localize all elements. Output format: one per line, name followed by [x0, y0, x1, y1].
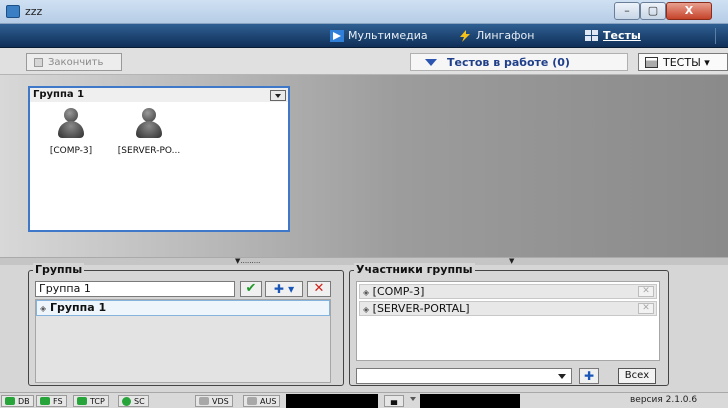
member-select-dropdown[interactable]	[356, 368, 572, 384]
member-row-label: [COMP-3]	[372, 285, 425, 298]
status-vds-label: VDS	[212, 396, 229, 406]
confirm-button[interactable]: ✔	[240, 281, 262, 297]
user-icon	[136, 108, 162, 138]
title-bar: zzz – ▢ X	[0, 0, 728, 24]
member-label: [SERVER-PO...	[117, 146, 181, 156]
finish-button[interactable]: Закончить	[26, 53, 122, 71]
status-db: DB	[1, 395, 34, 407]
status-fs: FS	[36, 395, 67, 407]
groups-panel-legend: Группы	[33, 263, 85, 276]
group-card-header: Группа 1	[30, 88, 288, 102]
splitter-grip-right[interactable]: ▼	[509, 257, 514, 265]
status-display-1	[286, 394, 378, 408]
list-item[interactable]: ◈ Группа 1	[36, 300, 330, 316]
version-label: версия 2.1.0.6	[630, 395, 698, 405]
computer-icon: ◈	[363, 305, 370, 314]
status-aus-label: AUS	[260, 396, 277, 406]
status-led-icon	[122, 396, 131, 406]
group-icon: ◈	[40, 304, 47, 313]
status-fs-label: FS	[53, 396, 63, 406]
add-member-button[interactable]: ✚	[579, 368, 599, 384]
status-display-2	[420, 394, 520, 408]
groups-panel: Группы Группа 1 ✔ ✚ ▾ ✕ ◈ Группа 1	[28, 263, 344, 386]
multimedia-icon	[330, 29, 344, 42]
chat-icon[interactable]: ▄	[384, 395, 404, 407]
status-tcp: TCP	[73, 395, 109, 407]
maximize-button[interactable]: ▢	[640, 2, 666, 20]
list-item[interactable]: ◈ [COMP-3] ✕	[359, 284, 657, 299]
window-icon	[645, 56, 658, 68]
group-name-input[interactable]: Группа 1	[35, 281, 235, 297]
splitter-grip-left[interactable]: ▼.........	[235, 257, 260, 265]
minimize-button[interactable]: –	[614, 2, 640, 20]
member-row-label: [SERVER-PORTAL]	[372, 302, 470, 315]
status-led-icon	[5, 397, 15, 405]
status-sc: SC	[118, 395, 149, 407]
list-item[interactable]: ◈ [SERVER-PORTAL] ✕	[359, 301, 657, 316]
status-sc-label: SC	[134, 396, 145, 406]
group-row-label: Группа 1	[50, 301, 107, 314]
member-label: [COMP-3]	[49, 146, 93, 156]
status-led-icon	[247, 397, 257, 405]
user-icon	[58, 108, 84, 138]
members-panel-legend: Участники группы	[354, 263, 475, 276]
status-bar: DB FS TCP SC VDS AUS ▄ версия 2.1.0.6	[0, 392, 728, 408]
module-nav-bar: Мультимедиа Лингафон Тесты	[0, 24, 728, 48]
stop-icon	[34, 57, 43, 67]
delete-group-button[interactable]: ✕	[307, 281, 331, 297]
window-title: zzz	[25, 5, 43, 18]
finish-button-label: Закончить	[48, 56, 104, 68]
group-member-tile[interactable]: [SERVER-PO...	[114, 108, 184, 156]
nav-lingafon[interactable]: Лингафон	[458, 29, 534, 42]
group-members-panel: Участники группы ◈ [COMP-3] ✕ ◈ [SERVER-…	[349, 263, 669, 386]
status-aus: AUS	[243, 395, 281, 407]
members-list: ◈ [COMP-3] ✕ ◈ [SERVER-PORTAL] ✕	[356, 281, 660, 361]
group-card-title: Группа 1	[33, 89, 85, 100]
group-card[interactable]: Группа 1 [COMP-3] [SERVER-PO...	[28, 86, 290, 232]
nav-tests[interactable]: Тесты	[585, 29, 641, 42]
nav-tests-label: Тесты	[603, 29, 641, 42]
status-tcp-label: TCP	[90, 396, 105, 406]
remove-member-button[interactable]: ✕	[638, 286, 654, 297]
nav-multimedia[interactable]: Мультимедиа	[330, 29, 428, 42]
add-group-button[interactable]: ✚ ▾	[265, 281, 303, 297]
computer-icon: ◈	[363, 288, 370, 297]
group-member-tile[interactable]: [COMP-3]	[36, 108, 106, 156]
close-button[interactable]: X	[666, 2, 712, 20]
triangle-down-icon	[425, 58, 437, 66]
tests-running-button[interactable]: Тестов в работе (0)	[410, 53, 628, 71]
group-card-menu-button[interactable]	[270, 90, 286, 101]
remove-member-button[interactable]: ✕	[638, 303, 654, 314]
app-icon	[6, 5, 20, 18]
status-led-icon	[77, 397, 87, 405]
add-all-button[interactable]: Всех	[618, 368, 656, 384]
status-led-icon	[40, 397, 50, 405]
status-led-icon	[199, 397, 209, 405]
tests-dropdown-label: ТЕСТЫ ▾	[663, 55, 710, 69]
tests-running-label: Тестов в работе (0)	[447, 55, 570, 69]
nav-multimedia-label: Мультимедиа	[348, 29, 428, 42]
status-db-label: DB	[18, 396, 30, 406]
chevron-down-icon[interactable]	[410, 397, 416, 401]
groups-list: ◈ Группа 1	[35, 299, 331, 383]
tests-dropdown[interactable]: ТЕСТЫ ▾	[638, 53, 728, 71]
nav-lingafon-label: Лингафон	[476, 29, 535, 42]
nav-separator	[715, 28, 716, 44]
status-vds: VDS	[195, 395, 233, 407]
lightning-icon	[460, 29, 470, 42]
tests-icon	[585, 29, 598, 41]
